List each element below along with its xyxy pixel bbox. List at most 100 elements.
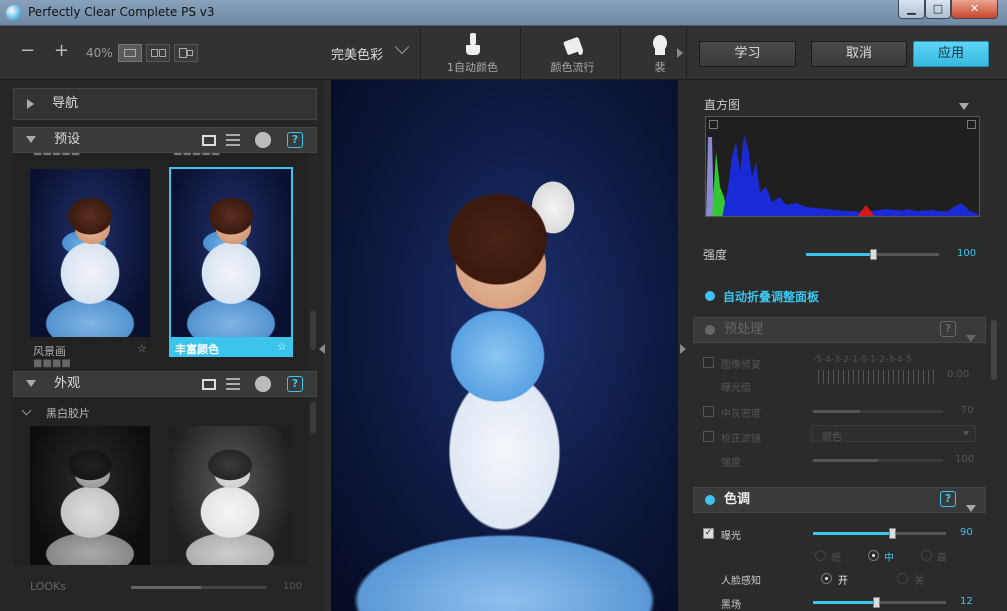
exposure-ruler[interactable] xyxy=(818,370,938,384)
close-button[interactable]: ✕ xyxy=(951,0,998,19)
chevron-down-icon[interactable] xyxy=(394,39,410,55)
star-icon[interactable]: ☆ xyxy=(137,342,147,355)
mid-gray-slider[interactable] xyxy=(813,410,943,413)
help-icon[interactable]: ? xyxy=(287,376,303,392)
brush-icon xyxy=(462,33,484,57)
preset-thumbnail[interactable] xyxy=(171,169,291,337)
slider-knob[interactable] xyxy=(870,249,877,260)
image-repair-checkbox[interactable] xyxy=(703,357,714,368)
correct-filter-checkbox[interactable] xyxy=(703,431,714,442)
face-icon xyxy=(649,33,671,57)
minimize-button[interactable]: ▁ xyxy=(898,0,925,19)
list-view-icon[interactable] xyxy=(226,378,240,390)
exposure-level-low-radio[interactable] xyxy=(815,550,826,561)
tone-header[interactable]: 色调 ? xyxy=(693,487,986,513)
collapse-right-panel-icon[interactable] xyxy=(680,344,686,354)
maximize-button[interactable]: □ xyxy=(925,0,951,19)
auto-collapse-label[interactable]: 自动折叠调整面板 xyxy=(723,288,819,305)
face-aware-on-label: 开 xyxy=(838,576,848,587)
mid-gray-checkbox[interactable] xyxy=(703,406,714,417)
chevron-down-icon[interactable] xyxy=(959,99,969,113)
split-view-button[interactable] xyxy=(146,44,170,62)
presets-header[interactable]: 预设 ? xyxy=(13,127,317,153)
title-bar: Perfectly Clear Complete PS v3 ▁ □ ✕ xyxy=(0,0,1007,26)
face-aware-off-radio[interactable] xyxy=(897,573,908,584)
strength-label: 强度 xyxy=(703,248,728,262)
look-thumbnail[interactable] xyxy=(170,426,290,565)
face-aware-on-radio[interactable] xyxy=(821,573,832,584)
collapse-left-panel-icon[interactable] xyxy=(319,344,325,354)
exposure-checkbox[interactable]: ✓ xyxy=(703,528,714,539)
grid-view-icon[interactable] xyxy=(202,135,216,146)
slider-knob[interactable] xyxy=(889,528,896,539)
looks-scrollbar[interactable] xyxy=(310,402,316,434)
exposure-level-high-radio[interactable] xyxy=(921,550,932,561)
zoom-in-button[interactable]: + xyxy=(54,40,69,61)
presets-title: 预设 xyxy=(54,132,81,147)
exposure-level-mid-label: 中 xyxy=(884,553,894,564)
main-image-preview[interactable] xyxy=(331,80,678,611)
side-by-side-view-button[interactable] xyxy=(174,44,198,62)
looks-slider[interactable] xyxy=(131,586,266,589)
face-aware-label: 人脸感知 xyxy=(721,576,761,587)
auto-color-tool[interactable]: 1自动颜色 xyxy=(425,27,520,79)
zoom-level: 40% xyxy=(86,46,113,60)
histogram xyxy=(705,116,980,217)
skin-tool[interactable]: 裴 xyxy=(640,27,680,79)
help-icon[interactable]: ? xyxy=(940,491,956,507)
histogram-title: 直方图 xyxy=(704,98,741,112)
preprocess-header[interactable]: 预处理 ? xyxy=(693,317,986,343)
presets-scrollbar[interactable] xyxy=(310,310,316,350)
preset-select[interactable]: 完美色彩 xyxy=(331,44,383,63)
black-point-slider[interactable] xyxy=(813,597,946,608)
intensity-value: 100 xyxy=(955,454,975,465)
navigator-title: 导航 xyxy=(52,96,79,111)
right-panel: 直方图 强度 100 自动折叠调整面板 预处理 ? 图像修复 曝光值 -5-4-… xyxy=(693,80,1007,611)
color-pop-label: 颜色流行 xyxy=(550,61,595,74)
zoom-out-button[interactable]: − xyxy=(20,40,35,61)
right-panel-scrollbar[interactable] xyxy=(991,320,997,380)
cancel-button[interactable]: 取消 xyxy=(811,41,907,67)
chevron-down-icon[interactable] xyxy=(21,405,32,416)
window-title: Perfectly Clear Complete PS v3 xyxy=(28,5,215,19)
gear-icon[interactable] xyxy=(255,132,271,148)
intensity-slider[interactable] xyxy=(813,459,943,462)
look-thumbnail[interactable] xyxy=(30,426,150,565)
exposure-level-mid-radio[interactable] xyxy=(868,550,879,561)
help-icon[interactable]: ? xyxy=(940,321,956,337)
exposure-value: 0.00 xyxy=(947,369,970,380)
slider-knob[interactable] xyxy=(873,597,880,608)
shadow-clip-toggle[interactable] xyxy=(709,120,718,129)
tone-title: 色调 xyxy=(724,492,751,507)
gear-icon[interactable] xyxy=(255,376,271,392)
left-panel: 导航 预设 ? ■■■■■ ■■■■■ 风景画 ☆ 丰富颜色 ☆ ■■■■ 外观… xyxy=(0,80,325,611)
auto-collapse-dot[interactable] xyxy=(705,291,715,301)
toolbar-scroll-right-icon[interactable] xyxy=(677,48,683,58)
learn-button[interactable]: 学习 xyxy=(699,41,796,67)
preset-card-selected[interactable]: 丰富颜色 ☆ xyxy=(169,167,293,357)
preprocess-toggle[interactable] xyxy=(705,325,715,335)
help-icon[interactable]: ? xyxy=(287,132,303,148)
looks-title: 外观 xyxy=(54,376,81,391)
list-view-icon[interactable] xyxy=(226,134,240,146)
strength-slider[interactable] xyxy=(806,249,939,260)
intensity-label: 强度 xyxy=(721,458,741,469)
filter-select[interactable]: 颜色 xyxy=(811,425,976,443)
exposure-level-low-label: 低 xyxy=(831,553,841,564)
chevron-down-icon xyxy=(26,136,36,143)
looks-grid: 黑白胶片 xyxy=(13,397,308,565)
color-pop-tool[interactable]: 颜色流行 xyxy=(525,27,620,79)
grid-view-icon[interactable] xyxy=(202,379,216,390)
preprocess-title: 预处理 xyxy=(724,322,764,337)
highlight-clip-toggle[interactable] xyxy=(967,120,976,129)
exposure-slider[interactable] xyxy=(813,528,946,539)
single-view-button[interactable] xyxy=(118,44,142,62)
tone-toggle[interactable] xyxy=(705,495,715,505)
apply-button[interactable]: 应用 xyxy=(913,41,989,67)
chevron-down-icon xyxy=(26,380,36,387)
navigator-header[interactable]: 导航 xyxy=(13,88,317,120)
preset-thumbnail[interactable] xyxy=(30,169,150,337)
looks-header[interactable]: 外观 ? xyxy=(13,371,317,397)
exposure-value-scale: -5-4-3-2-1-0-1-2-3-4-5 xyxy=(813,355,912,365)
star-icon[interactable]: ☆ xyxy=(277,340,287,353)
